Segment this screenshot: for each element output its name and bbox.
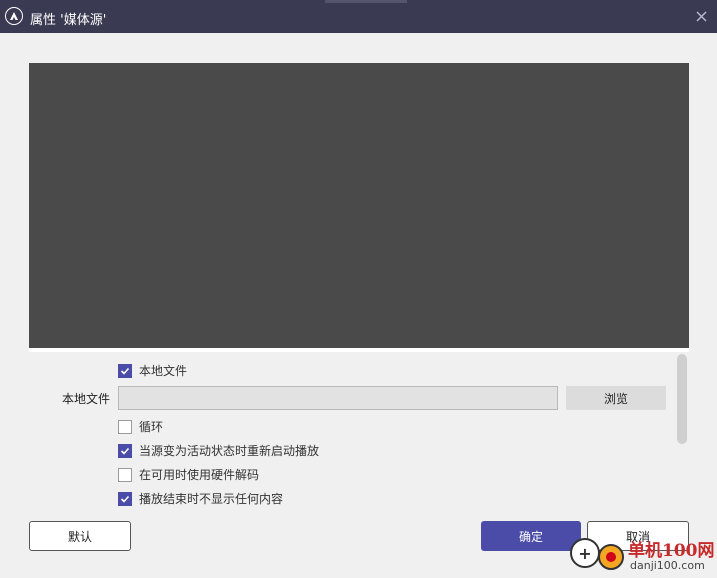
hw-decode-checkbox[interactable] [118, 467, 132, 482]
restart-on-activate-option[interactable]: 当源变为活动状态时重新启动播放 [118, 442, 319, 459]
local-file-checkbox[interactable] [118, 363, 132, 378]
preview-divider[interactable] [29, 348, 689, 352]
hide-on-end-option[interactable]: 播放结束时不显示任何内容 [118, 490, 283, 507]
background-tab-strip [325, 0, 407, 3]
local-file-option[interactable]: 本地文件 [118, 362, 187, 379]
properties-scrollbar[interactable] [677, 354, 687, 444]
loop-option[interactable]: 循环 [118, 418, 163, 435]
loop-checkbox[interactable] [118, 419, 132, 434]
watermark-name: 单机100网 [628, 541, 715, 561]
loop-checkbox-label: 循环 [139, 420, 164, 434]
close-icon[interactable] [693, 8, 709, 24]
local-file-checkbox-label: 本地文件 [139, 364, 188, 378]
defaults-button[interactable]: 默认 [29, 521, 131, 551]
local-file-input[interactable] [118, 386, 558, 410]
watermark-logo-icon [598, 544, 624, 570]
restart-on-activate-checkbox[interactable] [118, 443, 132, 458]
hw-decode-option[interactable]: 在可用时使用硬件解码 [118, 466, 259, 483]
obs-logo-icon [5, 7, 23, 25]
window-title: 属性 '媒体源' [30, 13, 107, 28]
title-bar: 属性 '媒体源' [0, 0, 717, 33]
ok-button[interactable]: 确定 [481, 521, 581, 551]
browse-button[interactable]: 浏览 [566, 386, 666, 410]
restart-on-activate-label: 当源变为活动状态时重新启动播放 [139, 444, 320, 458]
hide-on-end-label: 播放结束时不显示任何内容 [139, 492, 284, 506]
watermark-url: danji100.com [630, 559, 705, 572]
source-preview [29, 63, 689, 348]
plus-icon: + [570, 538, 600, 568]
local-file-field-label: 本地文件 [61, 392, 110, 406]
site-watermark: + 单机100网 danji100.com [568, 532, 717, 578]
hide-on-end-checkbox[interactable] [118, 491, 132, 506]
hw-decode-label: 在可用时使用硬件解码 [139, 468, 260, 482]
